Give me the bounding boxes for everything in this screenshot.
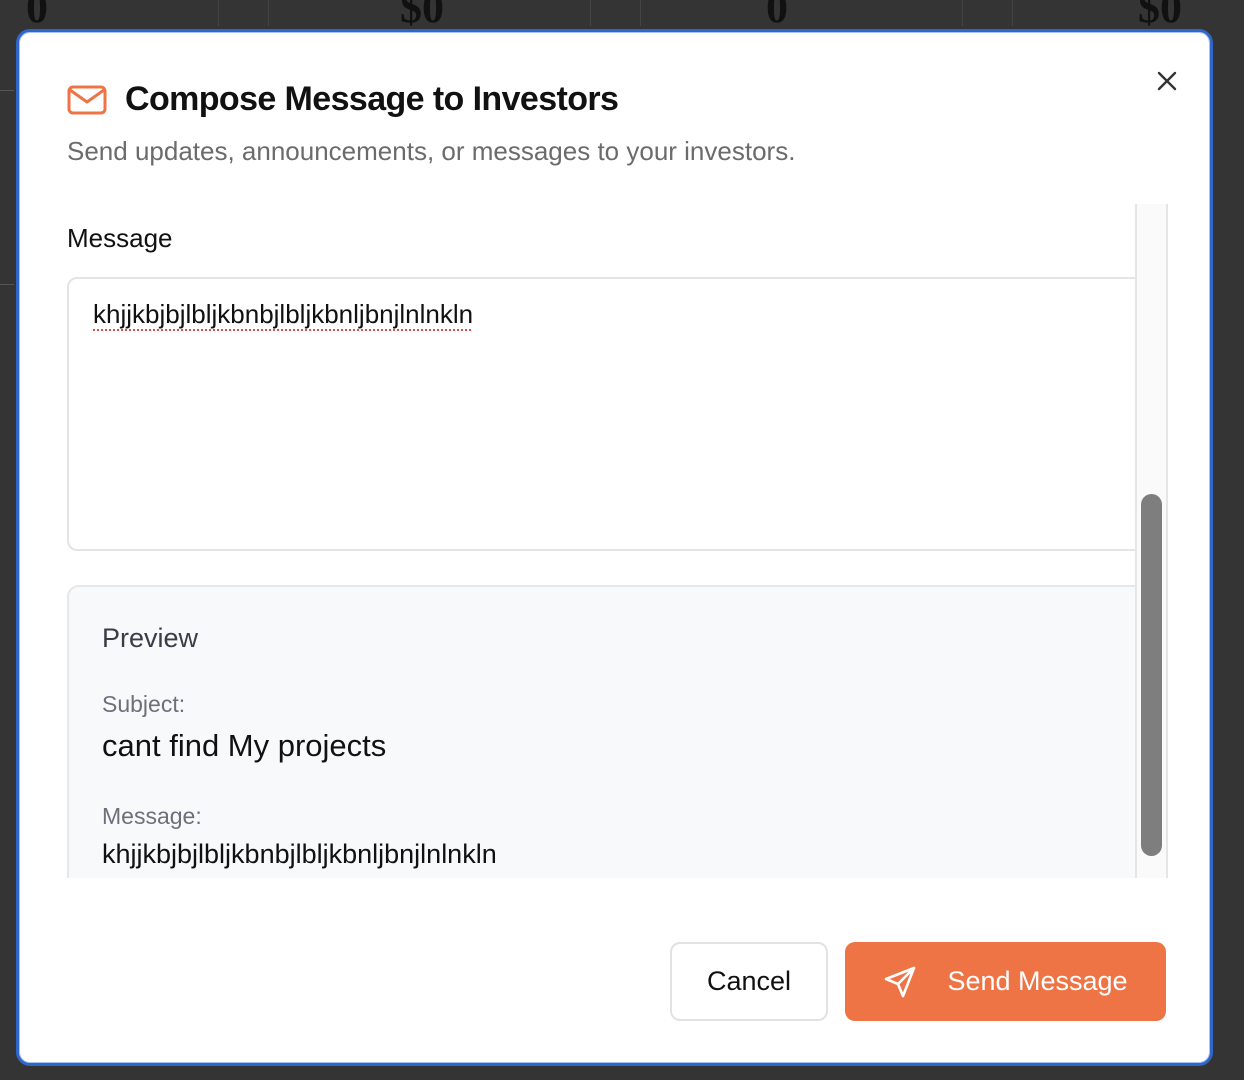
dialog-title: Compose Message to Investors (125, 80, 619, 118)
background-divider (590, 0, 591, 26)
dialog-header: Compose Message to Investors (67, 80, 619, 119)
message-text: khjjkbjbjlbljkbnbjlbljkbnljbnjlnlnkln (93, 299, 474, 329)
preview-message-value: khjjkbjbjlbljkbnbjlbljkbnljbnjlnlnkln (102, 839, 497, 869)
cancel-button[interactable]: Cancel (670, 942, 828, 1021)
mail-icon (67, 85, 107, 114)
background-divider (640, 0, 641, 26)
background-divider (0, 284, 14, 285)
cancel-button-label: Cancel (706, 966, 792, 996)
scrollbar-thumb[interactable] (1141, 494, 1162, 856)
send-message-button[interactable]: Send Message (845, 942, 1166, 1021)
send-icon (885, 966, 916, 997)
close-icon (1157, 71, 1177, 91)
dialog-subtitle: Send updates, announcements, or messages… (67, 136, 796, 166)
send-message-label: Send Message (947, 966, 1128, 996)
background-divider (218, 0, 219, 26)
preview-subject-value: cant find My projects (102, 728, 387, 763)
compose-message-dialog: Compose Message to Investors Send update… (16, 29, 1213, 1066)
scrollbar-track[interactable] (1135, 204, 1168, 878)
message-textarea[interactable]: khjjkbjbjlbljkbnbjlbljkbnljbnjlnlnkln (67, 277, 1151, 551)
background-divider (268, 0, 269, 26)
background-divider (0, 90, 14, 91)
close-button[interactable] (1153, 67, 1181, 95)
background-divider (962, 0, 963, 26)
preview-panel: Preview Subject: cant find My projects M… (67, 585, 1151, 878)
preview-subject-label: Subject: (102, 691, 186, 717)
preview-title: Preview (102, 623, 199, 653)
dialog-scroll-area[interactable]: Message khjjkbjbjlbljkbnbjlbljkbnljbnjln… (67, 204, 1168, 878)
preview-message-label: Message: (102, 803, 202, 829)
background-divider (1012, 0, 1013, 26)
message-field-label: Message (67, 223, 173, 253)
